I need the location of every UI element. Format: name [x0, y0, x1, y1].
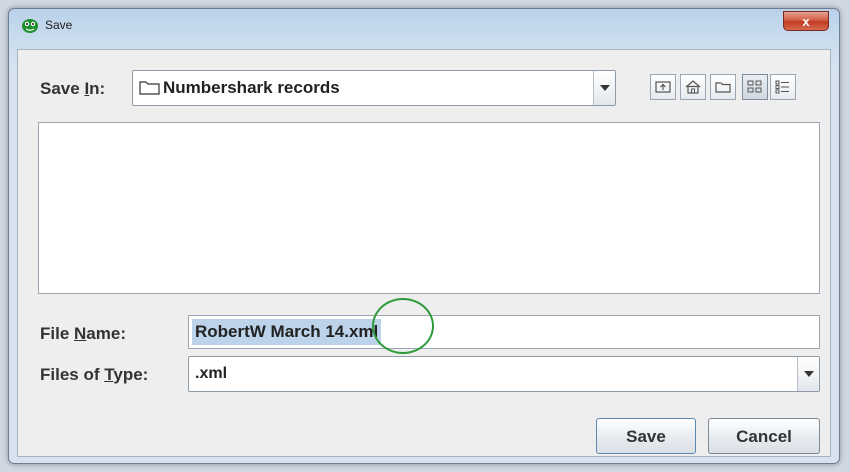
new-folder-button[interactable]	[710, 74, 736, 100]
file-type-label: Files of Type:	[40, 365, 149, 384]
folder-icon	[139, 81, 160, 95]
file-name-input[interactable]: RobertW March 14.xml	[188, 315, 820, 349]
title-bar[interactable]: Save x	[9, 9, 839, 43]
up-one-level-icon	[655, 81, 671, 93]
file-list[interactable]	[38, 122, 820, 294]
app-icon	[22, 19, 38, 33]
save-dialog: Save x Save In: Numbershark records File…	[8, 8, 840, 464]
list-view-icon	[747, 80, 762, 93]
file-name-label: File Name:	[40, 324, 126, 343]
home-icon	[685, 80, 701, 94]
close-button[interactable]: x	[783, 11, 829, 31]
close-icon: x	[802, 14, 810, 29]
details-view-button[interactable]	[770, 74, 796, 100]
dialog-content: Save In: Numbershark records File Name: …	[17, 49, 831, 457]
file-name-value: RobertW March 14.xml	[192, 319, 382, 345]
file-type-value: .xml	[195, 365, 228, 382]
list-view-button[interactable]	[742, 74, 768, 100]
up-one-level-button[interactable]	[650, 74, 676, 100]
save-in-value: Numbershark records	[163, 78, 340, 97]
save-button[interactable]: Save	[596, 418, 696, 454]
save-in-label: Save In:	[40, 79, 106, 98]
save-in-combo[interactable]: Numbershark records	[132, 70, 616, 106]
details-view-icon	[775, 80, 789, 94]
new-folder-icon	[715, 82, 731, 93]
save-in-dropdown-arrow[interactable]	[593, 71, 615, 105]
window-title: Save	[45, 18, 73, 32]
file-type-combo[interactable]: .xml	[188, 356, 820, 392]
cancel-button[interactable]: Cancel	[708, 418, 820, 454]
file-type-dropdown-arrow[interactable]	[797, 357, 819, 391]
home-button[interactable]	[680, 74, 706, 100]
